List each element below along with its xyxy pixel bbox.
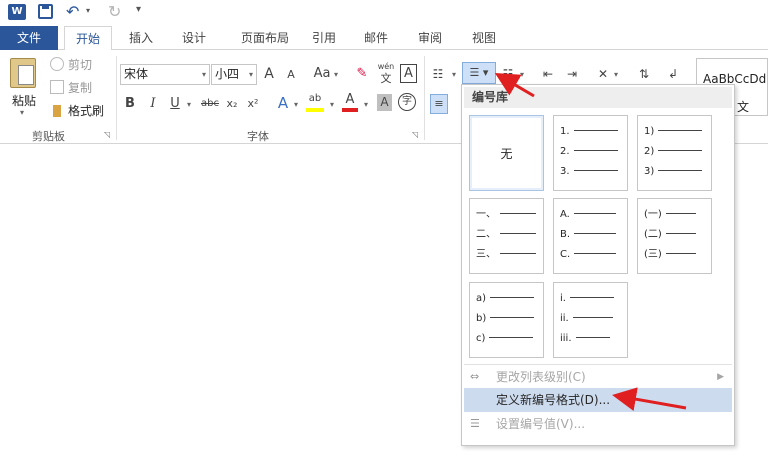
underline-button[interactable]: U bbox=[169, 94, 181, 114]
highlight-dropdown-icon[interactable]: ▾ bbox=[328, 95, 336, 115]
change-level-icon: ⇔ bbox=[470, 370, 480, 383]
cut-button[interactable]: 剪切 bbox=[50, 56, 92, 74]
character-shading-button[interactable]: A bbox=[377, 94, 392, 111]
text-effects-button[interactable]: A bbox=[276, 93, 290, 113]
customize-qat-icon[interactable]: ▾ bbox=[136, 4, 141, 15]
brush-icon bbox=[53, 105, 61, 117]
numbering-tile-upper-alpha[interactable]: A. B. C. bbox=[553, 198, 628, 274]
chinese-layout-icon[interactable]: ✕ bbox=[594, 64, 612, 84]
font-color-dropdown-icon[interactable]: ▾ bbox=[362, 95, 370, 115]
subscript-button[interactable]: x₂ bbox=[224, 94, 240, 114]
phonetic-guide-button[interactable]: wén 文 bbox=[376, 62, 396, 86]
quick-access-toolbar: W ↶ ▾ ↻ ▾ bbox=[0, 0, 768, 26]
chinese-layout-dropdown-icon[interactable]: ▾ bbox=[612, 65, 620, 85]
numbering-tile-chinese-comma[interactable]: 一、 二、 三、 bbox=[469, 198, 544, 274]
clear-formatting-icon[interactable]: ✎ bbox=[354, 64, 370, 84]
redo-icon[interactable]: ↻ bbox=[108, 2, 121, 21]
define-new-number-format-item[interactable]: 定义新编号格式(D)... bbox=[464, 388, 732, 412]
undo-dropdown-icon[interactable]: ▾ bbox=[86, 6, 90, 15]
numbering-tile-decimal-paren[interactable]: 1) 2) 3) bbox=[637, 115, 712, 191]
tab-home[interactable]: 开始 bbox=[64, 26, 112, 51]
paste-icon[interactable] bbox=[10, 58, 36, 88]
numbering-none-tile[interactable]: 无 bbox=[469, 115, 544, 191]
clipboard-group-label: 剪贴板 bbox=[32, 130, 65, 143]
format-painter-button[interactable]: 格式刷 bbox=[50, 102, 104, 120]
copy-button[interactable]: 复制 bbox=[50, 79, 92, 97]
paste-button-label[interactable]: 粘贴 bbox=[12, 92, 36, 109]
font-name-select[interactable]: 宋体 ▾ bbox=[120, 64, 210, 85]
decrease-indent-icon[interactable]: ⇤ bbox=[540, 64, 556, 84]
numbering-button[interactable]: ☰ ▾ bbox=[462, 62, 496, 84]
tab-file[interactable]: 文件 bbox=[0, 26, 58, 50]
clipboard-launcher-icon[interactable]: ◹ bbox=[104, 130, 110, 139]
bullets-button[interactable]: ☷ bbox=[430, 64, 446, 84]
font-launcher-icon[interactable]: ◹ bbox=[412, 130, 418, 139]
text-effects-dropdown-icon[interactable]: ▾ bbox=[292, 95, 300, 115]
show-marks-icon[interactable]: ↲ bbox=[666, 64, 680, 84]
chevron-down-icon: ▾ bbox=[248, 70, 253, 79]
font-group-label: 字体 bbox=[247, 130, 269, 143]
chevron-down-icon: ▾ bbox=[201, 70, 206, 79]
tab-insert[interactable]: 插入 bbox=[118, 26, 164, 50]
change-list-level-item[interactable]: ⇔ 更改列表级别(C) ▶ bbox=[464, 365, 732, 389]
copy-icon bbox=[50, 80, 64, 94]
group-divider bbox=[424, 56, 425, 140]
undo-icon[interactable]: ↶ bbox=[66, 2, 79, 21]
numbering-tile-lower-roman[interactable]: i. ii. iii. bbox=[553, 282, 628, 358]
scissors-icon bbox=[50, 57, 64, 71]
bold-button[interactable]: B bbox=[124, 94, 136, 114]
ribbon-tabs: 文件 开始 插入 设计 页面布局 引用 邮件 审阅 视图 bbox=[0, 26, 768, 51]
numbering-tile-chinese-paren[interactable]: (一) (二) (三) bbox=[637, 198, 712, 274]
enclose-characters-button[interactable]: 字 bbox=[398, 93, 416, 111]
character-border-button[interactable]: A bbox=[400, 64, 417, 83]
italic-button[interactable]: I bbox=[148, 94, 158, 114]
word-app-icon[interactable]: W bbox=[8, 4, 26, 20]
font-color-button[interactable]: A bbox=[342, 92, 358, 112]
chevron-right-icon: ▶ bbox=[717, 372, 724, 382]
tab-view[interactable]: 视图 bbox=[464, 26, 504, 50]
increase-indent-icon[interactable]: ⇥ bbox=[564, 64, 580, 84]
set-value-icon: ☰ bbox=[470, 417, 480, 430]
shrink-font-button[interactable]: A bbox=[285, 65, 297, 85]
tab-design[interactable]: 设计 bbox=[170, 26, 218, 50]
style-label-partial: 文 bbox=[737, 100, 750, 114]
tab-page-layout[interactable]: 页面布局 bbox=[226, 26, 304, 50]
paste-dropdown-icon[interactable]: ▾ bbox=[20, 108, 24, 117]
superscript-button[interactable]: x² bbox=[245, 94, 261, 114]
save-icon[interactable] bbox=[38, 4, 53, 19]
align-left-button[interactable]: ≡ bbox=[430, 94, 448, 114]
strikethrough-button[interactable]: abc bbox=[200, 94, 220, 114]
tab-mailings[interactable]: 邮件 bbox=[356, 26, 396, 50]
numbering-library-menu: 编号库 无 1. 2. 3. 1) 2) 3) 一、 二、 三、 A. B. C… bbox=[461, 84, 735, 446]
grow-font-button[interactable]: A bbox=[262, 64, 276, 84]
numbering-library-header: 编号库 bbox=[464, 87, 732, 108]
tab-references[interactable]: 引用 bbox=[304, 26, 344, 50]
tab-review[interactable]: 审阅 bbox=[410, 26, 450, 50]
numbering-tile-lower-alpha-paren[interactable]: a) b) c) bbox=[469, 282, 544, 358]
multilevel-list-button[interactable]: ☷ bbox=[500, 64, 516, 84]
set-numbering-value-item[interactable]: ☰ 设置编号值(V)... bbox=[464, 412, 732, 436]
change-case-button[interactable]: Aa bbox=[312, 64, 332, 84]
font-size-select[interactable]: 小四 ▾ bbox=[211, 64, 257, 85]
group-divider bbox=[116, 56, 117, 140]
bullets-dropdown-icon[interactable]: ▾ bbox=[450, 65, 458, 85]
multilevel-dropdown-icon[interactable]: ▾ bbox=[518, 65, 526, 85]
change-case-dropdown-icon[interactable]: ▾ bbox=[332, 65, 340, 85]
sort-icon[interactable]: ⇅ bbox=[636, 64, 652, 84]
highlight-button[interactable]: ab bbox=[306, 92, 324, 112]
numbering-tile-decimal-dot[interactable]: 1. 2. 3. bbox=[553, 115, 628, 191]
underline-dropdown-icon[interactable]: ▾ bbox=[185, 95, 193, 115]
